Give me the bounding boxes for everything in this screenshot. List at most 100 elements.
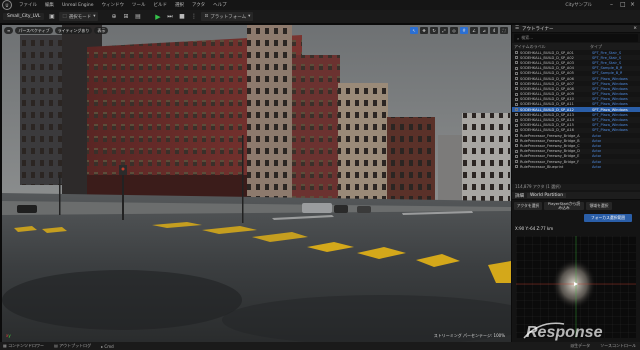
rotate-icon[interactable]: ↻	[430, 27, 438, 34]
mode-label: 選択モード	[68, 14, 92, 20]
close-icon[interactable]: ×	[630, 1, 635, 8]
content-drawer-button[interactable]: ▦ コンテンツドロワー	[3, 343, 44, 349]
platform-icon: ⊡	[204, 14, 209, 19]
outliner-row[interactable]: SODEHKALL_BUILD_D_SP_A03 SPT_Fire_Stair_S	[512, 60, 640, 65]
outliner-row[interactable]: RulePrecessor_Blueprint Actor	[512, 164, 640, 169]
outliner-row-type: Actor	[592, 149, 602, 154]
outliner-row[interactable]: SODEHKALL_BUILD_D_SP_A14 SPT_Plaza_Window…	[512, 117, 640, 123]
tab-details[interactable]: 詳細	[515, 193, 524, 199]
outliner-row-name: SODEHKALL_BUILD_D_SP_A09	[520, 92, 574, 97]
step-icon[interactable]: ⏭	[165, 12, 174, 21]
menu-select[interactable]: 選択	[171, 2, 188, 8]
focus-selection-button[interactable]: フォーカス選択範囲	[584, 214, 632, 222]
outliner-row-type: SPT_Plaza_Windows	[592, 107, 628, 112]
more-options-icon[interactable]: ⋮	[189, 12, 198, 21]
cmd-input[interactable]: ▸ Cmd	[101, 344, 114, 349]
axis-gizmo-icon: xy	[6, 333, 11, 338]
add-content-icon[interactable]: ⊕	[109, 12, 118, 21]
actor-icon	[515, 56, 518, 60]
menu-window[interactable]: ウィンドウ	[98, 2, 129, 8]
outliner-row[interactable]: SODEHKALL_BUILD_D_SP_A16 SPT_Plaza_Window…	[512, 127, 640, 133]
grid-snap-icon[interactable]: #	[460, 27, 468, 34]
perspective-button[interactable]: パースペクティブ	[15, 27, 53, 34]
menu-actor[interactable]: アクタ	[188, 2, 209, 8]
show-button[interactable]: 表示	[94, 27, 109, 34]
menu-file[interactable]: ファイル	[15, 2, 41, 8]
save-icon[interactable]: ▣	[47, 12, 56, 21]
maximize-icon[interactable]: □	[620, 1, 626, 8]
close-icon[interactable]: ×	[633, 26, 637, 31]
outliner-row-type: Actor	[592, 133, 602, 138]
outliner-row-type: SPT_Plaza_Windows	[592, 128, 628, 133]
actor-icon	[515, 123, 518, 127]
outliner-row[interactable]: SODEHKALL_BUILD_D_SP_A11 SPT_Plaza_Window…	[512, 102, 640, 107]
translate-icon[interactable]: ✥	[420, 27, 428, 34]
level-viewport[interactable]: ≡ パースペクティブ ライティングあり 表示 ↖ ✥ ↻ ⤢ ◎ # ∠ ⊿ 4…	[2, 25, 511, 342]
outliner-tab[interactable]: ☰ アウトライナー ×	[512, 25, 640, 33]
column-type[interactable]: タイプ	[590, 44, 602, 50]
outliner-row[interactable]: SODEHKALL_BUILD_D_SP_A09 SPT_Plaza_Window…	[512, 92, 640, 97]
outliner-row[interactable]: SODEHKALL_BUILD_D_SP_A10 SPT_Plaza_Window…	[512, 96, 640, 102]
menu-help[interactable]: ヘルプ	[209, 2, 231, 8]
platform-dropdown[interactable]: ⊡ プラットフォーム ▾	[201, 12, 254, 21]
camera-speed-icon[interactable]: 4	[490, 27, 498, 34]
details-tabs: 詳細 World Partition	[512, 192, 640, 200]
derived-data-button[interactable]: 派生データ	[570, 343, 590, 349]
mode-dropdown[interactable]: ⬚ 選択モード ▾	[59, 12, 99, 21]
outliner-row[interactable]: SODEHKALL_BUILD_D_SP_A02 SPT_Fire_Stair_S	[512, 55, 640, 61]
tab-world-partition[interactable]: World Partition	[527, 193, 567, 198]
maximize-viewport-icon[interactable]: ⛶	[500, 27, 508, 34]
play-icon[interactable]: ▶	[153, 12, 162, 21]
outliner-row[interactable]: SODEHKALL_BUILD_D_SP_A01 SPT_Fire_Stair_S	[512, 50, 640, 55]
level-tab[interactable]: Small_City_LVL	[3, 13, 45, 20]
menu-tools[interactable]: ツール	[128, 2, 150, 8]
actor-icon	[515, 128, 518, 132]
select-tool-icon[interactable]: ↖	[410, 27, 418, 34]
outliner-row-type: SPT_Plaza_Windows	[592, 123, 628, 128]
viewport-options-button[interactable]: ≡	[4, 27, 14, 34]
outliner-row-type: SPT_Fire_Stair_S	[592, 55, 622, 60]
chevron-down-icon: ▾	[93, 14, 96, 19]
unreal-logo-icon[interactable]: U	[2, 0, 12, 10]
outliner-row-name: RulePrecessor_Freeway_Bridge_B	[520, 138, 580, 143]
outliner-search-input[interactable]: ⌕ 検索...	[514, 34, 638, 42]
output-log-button[interactable]: ▤ アウトプットログ	[54, 343, 91, 349]
window-title: Cityサンプル	[565, 3, 592, 8]
outliner-row[interactable]: SODEHKALL_BUILD_D_SP_A13 SPT_Plaza_Window…	[512, 112, 640, 117]
view-mode-button[interactable]: ライティングあり	[54, 27, 93, 34]
outliner-row-name: RulePrecessor_Freeway_Bridge_C	[520, 143, 580, 148]
actor-icon	[515, 102, 518, 106]
outliner-row[interactable]: SODEHKALL_BUILD_D_SP_A08 SPT_Plaza_Window…	[512, 86, 640, 92]
scale-icon[interactable]: ⤢	[440, 27, 448, 34]
outliner-row[interactable]: SODEHKALL_BUILD_D_SP_A12 SPT_Plaza_Window…	[512, 107, 640, 113]
world-local-icon[interactable]: ◎	[450, 27, 458, 34]
angle-snap-icon[interactable]: ∠	[470, 27, 478, 34]
menu-unreal-engine[interactable]: Unreal Engine	[58, 3, 98, 8]
select-region-button[interactable]: 領域を選択	[586, 202, 612, 210]
select-mode-icon: ⬚	[62, 14, 67, 19]
outliner-row[interactable]: SODEHKALL_BUILD_D_SP_A05 SPT_Sample_B_R	[512, 71, 640, 76]
outliner-row[interactable]: SODEHKALL_BUILD_D_SP_A07 SPT_Plaza_Window…	[512, 81, 640, 86]
search-placeholder: 検索...	[521, 35, 534, 40]
outliner-row[interactable]: SODEHKALL_BUILD_D_SP_A04 SPT_Sample_B_R	[512, 65, 640, 71]
column-item-label[interactable]: アイテムのラベル	[514, 44, 590, 50]
streaming-status-text: ストリーミング パーセンテージ: 100%	[433, 333, 505, 338]
outliner-row-name: SODEHKALL_BUILD_D_SP_A10	[520, 97, 574, 102]
outliner-row[interactable]: SODEHKALL_BUILD_D_SP_A15 SPT_Plaza_Window…	[512, 123, 640, 128]
cinematics-icon[interactable]: ▤	[133, 12, 142, 21]
load-actor-button[interactable]: アクタを選択	[514, 202, 542, 210]
load-from-player-start-button[interactable]: PlayerStartから読み込み	[544, 202, 584, 210]
source-control-button[interactable]: ソースコントロール	[600, 343, 636, 349]
stop-icon[interactable]: ■	[177, 12, 186, 21]
outliner-row-type: SPT_Plaza_Windows	[592, 81, 628, 86]
outliner-row[interactable]: SODEHKALL_BUILD_D_SP_A06 SPT_Plaza_Window…	[512, 75, 640, 82]
menu-build[interactable]: ビルド	[150, 2, 172, 8]
outliner-row-type: SPT_Sample_B_R	[592, 71, 623, 76]
outliner-row-type: SPT_Plaza_Windows	[592, 97, 628, 102]
blueprint-icon[interactable]: ⊞	[121, 12, 130, 21]
outliner-row-type: Actor	[592, 138, 602, 143]
scale-snap-icon[interactable]: ⊿	[480, 27, 488, 34]
minimize-icon[interactable]: –	[610, 1, 613, 8]
menu-edit[interactable]: 編集	[41, 2, 58, 8]
outliner-row-type: Actor	[592, 154, 602, 159]
